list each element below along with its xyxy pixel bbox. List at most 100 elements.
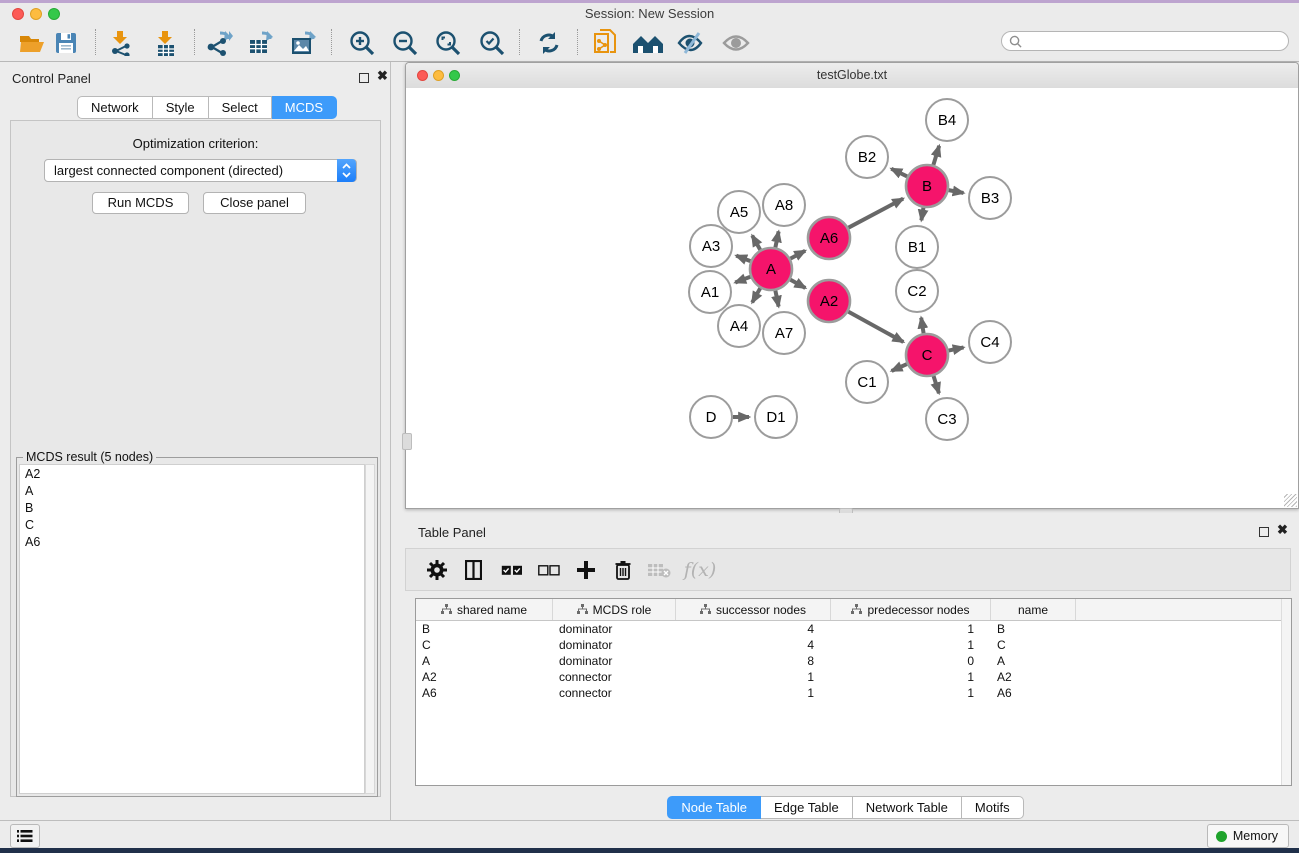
- edge-A-A1[interactable]: [735, 277, 750, 283]
- node-D1[interactable]: D1: [755, 396, 797, 438]
- edge-B-B2[interactable]: [891, 169, 907, 177]
- edge-A2-C[interactable]: [848, 312, 903, 342]
- node-A4[interactable]: A4: [718, 305, 760, 347]
- zoom-selected-button[interactable]: [474, 26, 510, 60]
- window-resize-grip[interactable]: [1284, 494, 1297, 507]
- cell-successor-nodes[interactable]: 1: [676, 670, 831, 684]
- tab-network-table[interactable]: Network Table: [853, 796, 962, 819]
- table-options-gear-button[interactable]: [420, 554, 454, 586]
- open-session-button[interactable]: [14, 26, 50, 60]
- node-table[interactable]: shared nameMCDS rolesuccessor nodesprede…: [415, 598, 1292, 786]
- column-header-name[interactable]: name: [991, 599, 1076, 620]
- node-A6[interactable]: A6: [808, 217, 850, 259]
- node-B2[interactable]: B2: [846, 136, 888, 178]
- node-C4[interactable]: C4: [969, 321, 1011, 363]
- tab-motifs[interactable]: Motifs: [962, 796, 1024, 819]
- create-column-button[interactable]: [569, 554, 603, 586]
- delete-column-button[interactable]: [606, 554, 640, 586]
- import-table-button[interactable]: [148, 26, 184, 60]
- mcds-result-item[interactable]: B: [20, 499, 364, 516]
- cell-MCDS-role[interactable]: dominator: [553, 622, 676, 636]
- task-history-button[interactable]: [10, 824, 40, 848]
- mcds-result-item[interactable]: A6: [20, 533, 364, 550]
- refresh-layout-button[interactable]: [531, 26, 567, 60]
- float-table-panel-icon[interactable]: [1259, 525, 1269, 540]
- cell-MCDS-role[interactable]: dominator: [553, 654, 676, 668]
- zoom-in-button[interactable]: [344, 26, 380, 60]
- optimization-criterion-dropdown[interactable]: largest connected component (directed): [44, 159, 357, 182]
- function-builder-button[interactable]: f(x): [678, 554, 722, 586]
- delete-table-button[interactable]: [642, 554, 676, 586]
- cell-MCDS-role[interactable]: connector: [553, 670, 676, 684]
- mcds-result-list[interactable]: A2ABCA6: [19, 464, 365, 794]
- export-image-button[interactable]: [286, 26, 322, 60]
- table-row[interactable]: A6connector11A6: [416, 685, 1291, 701]
- edge-A6-B[interactable]: [848, 199, 903, 228]
- node-C2[interactable]: C2: [896, 270, 938, 312]
- show-columns-button[interactable]: [456, 554, 490, 586]
- select-all-button[interactable]: [495, 554, 529, 586]
- cell-name[interactable]: C: [991, 638, 1076, 652]
- search-field[interactable]: [1001, 31, 1289, 51]
- tab-network[interactable]: Network: [77, 96, 153, 119]
- cell-successor-nodes[interactable]: 4: [676, 638, 831, 652]
- node-C1[interactable]: C1: [846, 361, 888, 403]
- node-A7[interactable]: A7: [763, 312, 805, 354]
- mcds-result-item[interactable]: C: [20, 516, 364, 533]
- cell-predecessor-nodes[interactable]: 1: [831, 638, 991, 652]
- node-A8[interactable]: A8: [763, 184, 805, 226]
- node-B1[interactable]: B1: [896, 226, 938, 268]
- import-network-button[interactable]: [103, 26, 139, 60]
- cell-MCDS-role[interactable]: dominator: [553, 638, 676, 652]
- column-header-shared-name[interactable]: shared name: [416, 599, 553, 620]
- cell-name[interactable]: B: [991, 622, 1076, 636]
- tab-select[interactable]: Select: [209, 96, 272, 119]
- cell-successor-nodes[interactable]: 8: [676, 654, 831, 668]
- zoom-fit-button[interactable]: [430, 26, 466, 60]
- edge-B-B3[interactable]: [949, 190, 964, 193]
- edge-C-C1[interactable]: [892, 364, 907, 371]
- clone-network-button[interactable]: [588, 26, 624, 60]
- tab-mcds[interactable]: MCDS: [272, 96, 337, 119]
- node-B3[interactable]: B3: [969, 177, 1011, 219]
- cell-predecessor-nodes[interactable]: 0: [831, 654, 991, 668]
- cell-shared-name[interactable]: C: [416, 638, 553, 652]
- close-panel-button[interactable]: Close panel: [203, 192, 306, 214]
- cell-shared-name[interactable]: A6: [416, 686, 553, 700]
- mcds-result-scrollbar[interactable]: [365, 464, 375, 794]
- network-window-titlebar[interactable]: testGlobe.txt: [406, 63, 1298, 89]
- save-session-button[interactable]: [48, 26, 84, 60]
- cell-predecessor-nodes[interactable]: 1: [831, 622, 991, 636]
- node-A2[interactable]: A2: [808, 280, 850, 322]
- cell-name[interactable]: A6: [991, 686, 1076, 700]
- table-row[interactable]: Cdominator41C: [416, 637, 1291, 653]
- node-C[interactable]: C: [906, 334, 948, 376]
- cell-successor-nodes[interactable]: 1: [676, 686, 831, 700]
- node-A5[interactable]: A5: [718, 191, 760, 233]
- edge-A-A6[interactable]: [790, 251, 805, 259]
- node-A1[interactable]: A1: [689, 271, 731, 313]
- edge-A-A3[interactable]: [736, 256, 750, 261]
- node-C3[interactable]: C3: [926, 398, 968, 440]
- edge-A-A2[interactable]: [790, 280, 805, 288]
- table-row[interactable]: Bdominator41B: [416, 621, 1291, 637]
- table-row[interactable]: A2connector11A2: [416, 669, 1291, 685]
- tab-node-table[interactable]: Node Table: [667, 796, 761, 819]
- close-panel-icon[interactable]: ✖: [377, 71, 388, 81]
- node-B4[interactable]: B4: [926, 99, 968, 141]
- edge-C-C2[interactable]: [921, 318, 923, 334]
- tab-style[interactable]: Style: [153, 96, 209, 119]
- cell-predecessor-nodes[interactable]: 1: [831, 670, 991, 684]
- node-A3[interactable]: A3: [690, 225, 732, 267]
- node-A[interactable]: A: [750, 248, 792, 290]
- cell-name[interactable]: A: [991, 654, 1076, 668]
- search-input[interactable]: [1022, 33, 1288, 49]
- column-header-predecessor-nodes[interactable]: predecessor nodes: [831, 599, 991, 620]
- table-row[interactable]: Adominator80A: [416, 653, 1291, 669]
- edge-C-C4[interactable]: [949, 347, 964, 350]
- vertical-split-handle[interactable]: [402, 433, 412, 450]
- home-button[interactable]: [630, 26, 666, 60]
- network-graph[interactable]: B4B2BB3A5A8A6B1A3AA1C2A2A4A7C4CC1C3DD1: [406, 88, 1298, 508]
- deselect-all-button[interactable]: [532, 554, 566, 586]
- export-table-button[interactable]: [243, 26, 279, 60]
